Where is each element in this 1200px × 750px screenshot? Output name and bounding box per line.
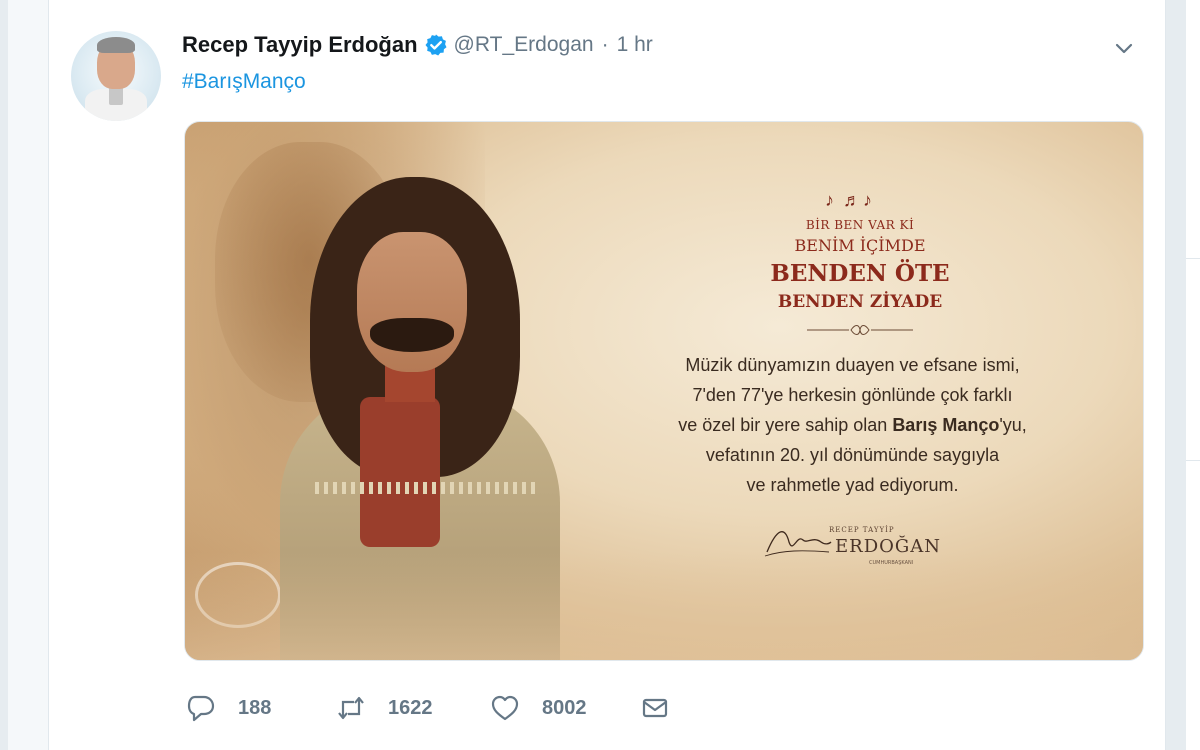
coat-fringe	[315, 482, 535, 494]
figure-mustache	[370, 318, 454, 352]
verified-badge-icon	[425, 34, 447, 56]
author-avatar[interactable]	[71, 31, 161, 121]
signature-block: RECEP TAYYİP ERDOĞAN CUMHURBAŞKANI	[763, 520, 963, 570]
message-line-5: ve rahmetle yad ediyorum.	[746, 475, 959, 495]
reply-button[interactable]: 188	[186, 690, 271, 726]
separator-dot: ·	[601, 33, 609, 56]
tweet-media-image[interactable]: ♪ ♬♪ BİR BEN VAR Kİ BENİM İÇİMDE BENDEN …	[184, 121, 1144, 661]
highlighted-name: Barış Manço	[892, 415, 1000, 435]
ornament-divider-icon	[807, 325, 913, 335]
tribute-message: Müzik dünyamızın duayen ve efsane ismi, …	[590, 350, 1115, 500]
quote-line-1: BİR BEN VAR Kİ	[805, 218, 915, 232]
message-line-3-end: 'yu,	[999, 415, 1027, 435]
tweet-timestamp[interactable]: 1 hr	[617, 33, 653, 57]
signature-title: CUMHURBAŞKANI	[869, 560, 914, 566]
like-button[interactable]: 8002	[490, 690, 587, 726]
author-handle[interactable]: @RT_Erdogan	[454, 33, 594, 57]
divider	[1186, 258, 1200, 259]
adjacent-column-edge	[1186, 0, 1200, 750]
avatar-hair	[97, 37, 135, 53]
tweet-header: Recep Tayyip Erdoğan @RT_Erdogan · 1 hr	[182, 30, 653, 60]
like-count: 8002	[542, 696, 587, 719]
like-icon	[491, 695, 519, 721]
figure-shirt	[360, 397, 440, 547]
hashtag-link[interactable]: #BarışManço	[182, 70, 306, 94]
direct-message-button[interactable]	[640, 690, 670, 726]
quote-line-2: BENİM İÇİMDE	[794, 236, 926, 255]
quote-line-3: BENDEN ÖTE	[770, 260, 950, 287]
divider	[1186, 460, 1200, 461]
signature-surname: ERDOĞAN	[835, 536, 942, 557]
caret-down-icon[interactable]	[1112, 36, 1136, 60]
music-notes-icon: ♪ ♬♪	[825, 190, 875, 210]
message-line-3-start: ve özel bir yere sahip olan	[678, 415, 893, 435]
message-line-1: Müzik dünyamızın duayen ve efsane ismi,	[685, 355, 1020, 375]
message-line-4: vefatının 20. yıl dönümünde saygıyla	[705, 445, 1000, 465]
retweet-icon	[338, 696, 364, 720]
message-line-3: ve özel bir yere sahip olan Barış Manço'…	[590, 410, 1115, 440]
reply-icon	[187, 695, 215, 722]
timeline-left-gutter	[0, 0, 48, 750]
signature-first-names: RECEP TAYYİP	[829, 526, 895, 534]
gutter-panel	[8, 0, 48, 750]
reply-count: 188	[238, 696, 272, 719]
author-name[interactable]: Recep Tayyip Erdoğan	[182, 32, 418, 58]
retweet-count: 1622	[388, 696, 433, 719]
avatar-collar	[109, 87, 123, 105]
handwritten-signature	[764, 531, 832, 557]
image-vignette	[185, 552, 1143, 660]
quote-line-4: BENDEN ZİYADE	[777, 292, 943, 312]
direct-message-icon	[642, 698, 668, 718]
retweet-button[interactable]: 1622	[336, 690, 433, 726]
message-line-2: 7'den 77'ye herkesin gönlünde çok farklı	[692, 385, 1013, 405]
